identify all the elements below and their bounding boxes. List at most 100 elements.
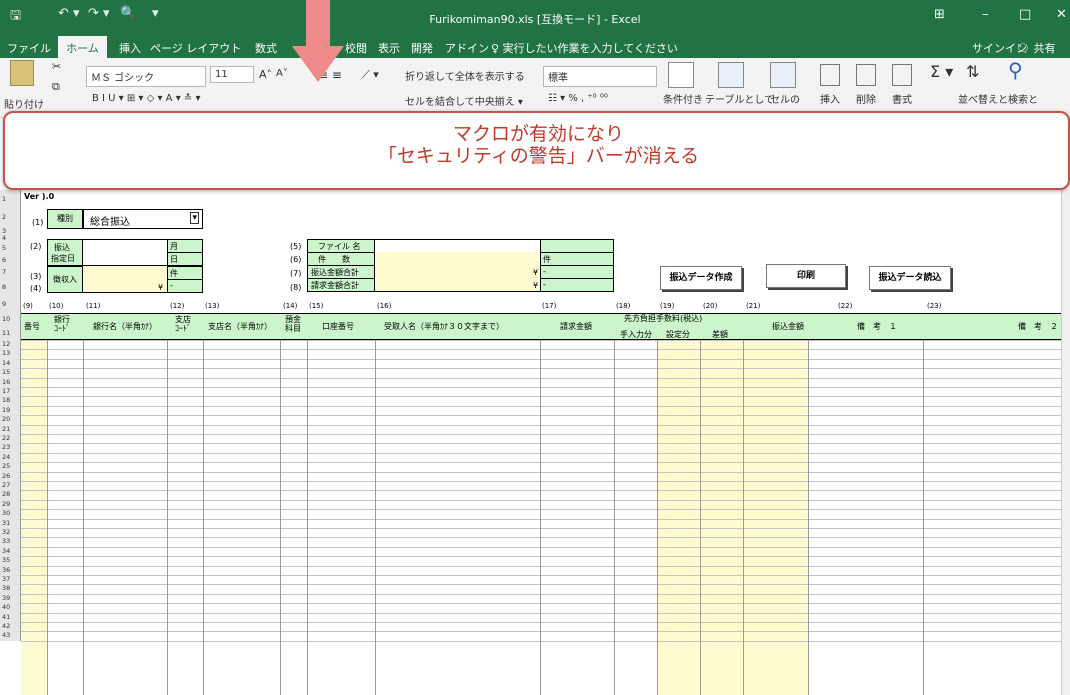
row-header[interactable]: 31 (0, 518, 21, 528)
row-header[interactable]: 37 (0, 575, 21, 585)
grow-font-icon[interactable]: A˄ (259, 68, 272, 81)
format-as-table-label[interactable]: テーブルとして (705, 91, 774, 106)
row-header[interactable]: 27 (0, 481, 21, 491)
row-header[interactable]: 20 (0, 415, 21, 425)
tab-review[interactable]: 校閲 (345, 40, 367, 56)
row-header[interactable]: 24 (0, 452, 21, 463)
row-header[interactable]: 17 (0, 387, 21, 397)
worksheet[interactable]: 1 2 3 4 5 6 7 8 9 10 11 12 13 14 15 16 17 18 19 20 21 22 23 24 2… (0, 190, 1070, 695)
format-as-table-icon[interactable] (718, 62, 744, 88)
font-size-select[interactable]: 11 (210, 66, 254, 83)
row-header[interactable]: 32 (0, 528, 21, 538)
row-gridline (21, 528, 1070, 529)
number-format-select[interactable]: 標準 (543, 66, 657, 87)
cell-styles-label[interactable]: セルの (770, 91, 800, 106)
tab-insert[interactable]: 挿入 (119, 40, 141, 56)
tell-me-search[interactable]: ♀ 実行したい作業を入力してください (491, 40, 678, 56)
conditional-format-label[interactable]: 条件付き (663, 91, 703, 106)
row-header[interactable]: 34 (0, 546, 21, 557)
format-cells-label[interactable]: 書式 (892, 91, 912, 106)
close-icon[interactable]: ✕ (1056, 7, 1067, 22)
row-header[interactable]: 30 (0, 509, 21, 519)
tab-home[interactable]: ホーム (58, 36, 107, 58)
create-transfer-data-button[interactable]: 振込データ作成 (660, 266, 742, 290)
chevron-down-icon[interactable]: ▾ (190, 212, 199, 224)
row-header[interactable]: 23 (0, 443, 21, 453)
tab-file[interactable]: ファイル (7, 40, 51, 56)
row-header[interactable]: 41 (0, 612, 21, 622)
row-header[interactable]: 8 (0, 278, 21, 296)
copy-icon[interactable]: ⧉ (52, 80, 60, 94)
row-header[interactable]: 33 (0, 537, 21, 547)
row-header[interactable]: 21 (0, 424, 21, 434)
row-header[interactable]: 43 (0, 631, 21, 641)
share-button[interactable]: 🗨 共有 (1016, 40, 1055, 56)
row-header[interactable]: 36 (0, 565, 21, 575)
tab-formulas[interactable]: 数式 (255, 40, 277, 56)
wrap-text-button[interactable]: 折り返して全体を表示する (405, 68, 525, 83)
row-header[interactable]: 5 (0, 242, 21, 254)
collection-input[interactable] (83, 266, 167, 293)
merge-center-button[interactable]: セルを結合して中央揃え ▾ (405, 93, 523, 108)
vertical-scrollbar[interactable] (1061, 190, 1070, 695)
row-header[interactable]: 16 (0, 377, 21, 387)
row-header[interactable]: 14 (0, 358, 21, 369)
row-header[interactable]: 40 (0, 603, 21, 613)
row-header[interactable]: 7 (0, 266, 21, 278)
number-format-row[interactable]: ☷ ▾ % , ⁺⁰ ⁰⁰ (548, 93, 608, 104)
row-header[interactable]: 6 (0, 254, 21, 266)
tab-page-layout[interactable]: ページ レイアウト (150, 40, 241, 56)
paste-label[interactable]: 貼り付け (4, 96, 44, 111)
insert-cells-label[interactable]: 挿入 (820, 91, 840, 106)
maximize-icon[interactable]: □ (1019, 7, 1031, 22)
row-header[interactable]: 35 (0, 556, 21, 566)
delete-cells-icon[interactable] (856, 64, 876, 86)
tab-developer[interactable]: 開発 (411, 40, 433, 56)
minimize-icon[interactable]: – (982, 7, 989, 22)
row-header[interactable]: 25 (0, 462, 21, 472)
row-header[interactable]: 10 (0, 313, 21, 326)
transfer-type-value: 総合振込 (90, 217, 130, 228)
font-format-row[interactable]: B I U ▾ ⊞ ▾ ◇ ▾ A ▾ ≛ ▾ (92, 93, 200, 104)
row-header[interactable]: 15 (0, 368, 21, 378)
row-header[interactable]: 11 (0, 326, 21, 340)
row-header[interactable]: 29 (0, 499, 21, 510)
ribbon-display-icon[interactable]: ⊞ (934, 7, 945, 22)
cell-styles-icon[interactable] (770, 62, 796, 88)
row-header[interactable]: 22 (0, 434, 21, 444)
paste-icon[interactable] (10, 60, 34, 86)
row-header[interactable]: 26 (0, 471, 21, 481)
conditional-format-icon[interactable] (668, 62, 694, 88)
print-button[interactable]: 印刷 (766, 264, 846, 288)
read-transfer-data-button[interactable]: 振込データ読込 (869, 266, 951, 290)
row-header[interactable]: 18 (0, 396, 21, 406)
find-select-icon[interactable]: ⚲ (1008, 58, 1023, 82)
shrink-font-icon[interactable]: A˅ (276, 68, 288, 79)
cut-icon[interactable]: ✂ (52, 60, 61, 73)
row-header[interactable]: 38 (0, 584, 21, 594)
row-header[interactable]: 28 (0, 490, 21, 500)
transfer-type-dropdown[interactable]: 総合振込 ▾ (83, 209, 203, 229)
row-header[interactable]: 39 (0, 593, 21, 604)
tab-addins[interactable]: アドイン (445, 40, 489, 56)
row-header[interactable]: 9 (0, 296, 21, 313)
transfer-date-input[interactable] (83, 239, 167, 266)
file-name-input[interactable] (375, 239, 540, 253)
orientation-icon[interactable]: ⟋ ▾ (362, 68, 379, 82)
font-name-select[interactable]: ＭＳ ゴシック (86, 66, 206, 87)
row-header[interactable]: 4 (0, 235, 21, 242)
sort-filter-icon[interactable]: ⇅ (966, 62, 979, 81)
autosum-icon[interactable]: Σ ▾ (930, 62, 953, 81)
format-cells-icon[interactable] (892, 64, 912, 86)
row-header[interactable]: 12 (0, 340, 21, 350)
row-header[interactable]: 19 (0, 405, 21, 416)
insert-cells-icon[interactable] (820, 64, 840, 86)
delete-cells-label[interactable]: 削除 (856, 91, 876, 106)
row-header[interactable]: 42 (0, 622, 21, 632)
tab-view[interactable]: 表示 (378, 40, 400, 56)
sort-filter-label[interactable]: 並べ替えと (958, 91, 1008, 106)
row-header[interactable]: 13 (0, 349, 21, 359)
find-select-label[interactable]: 検索と (1008, 91, 1038, 106)
row-header[interactable]: 1 (0, 190, 21, 208)
row-header[interactable]: 2 (0, 208, 21, 227)
